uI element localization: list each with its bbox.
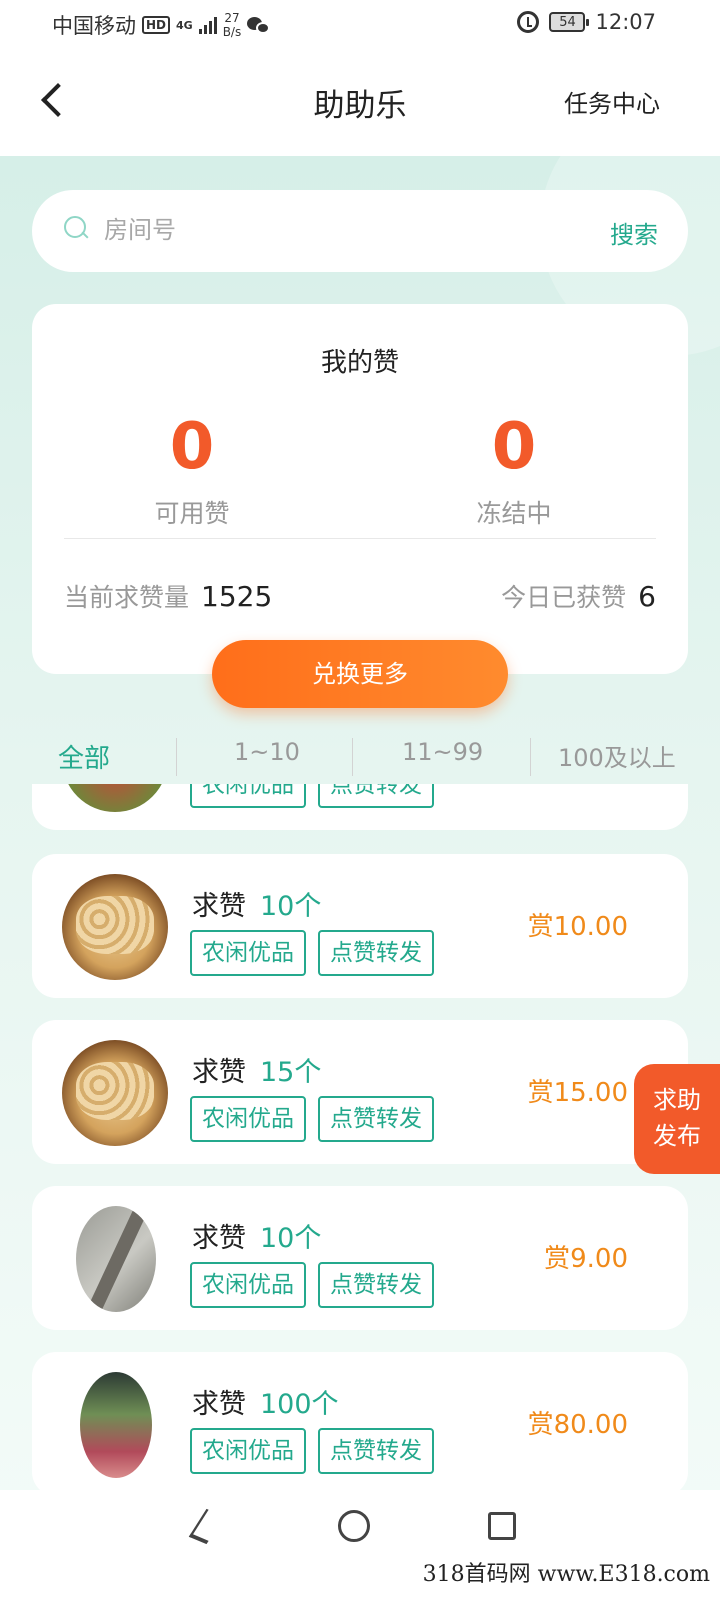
tab-all[interactable]: 全部 (58, 738, 110, 775)
tab-separator (530, 738, 531, 776)
tag-label: 点赞转发 (318, 1096, 434, 1142)
request-count: 15个 (260, 1057, 322, 1088)
tag-label: 点赞转发 (318, 1428, 434, 1474)
item-tags: 农闲优品 点赞转发 (190, 1262, 434, 1308)
tag-label: 点赞转发 (318, 1262, 434, 1308)
nav-back-icon[interactable] (188, 1510, 218, 1540)
request-count: 10个 (260, 891, 322, 922)
item-tags: 农闲优品 点赞转发 (190, 1428, 434, 1474)
tag-label: 农闲优品 (190, 1428, 306, 1474)
hd-icon: HD (142, 16, 171, 34)
clock: 12:07 (595, 10, 656, 34)
wechat-icon (247, 15, 271, 35)
request-count: 100个 (260, 1389, 339, 1420)
network-speed: 27 B/s (223, 11, 242, 39)
nav-home-icon[interactable] (338, 1510, 370, 1542)
nav-recents-icon[interactable] (488, 1512, 516, 1540)
current-request-value: 1525 (201, 580, 273, 613)
tag-label: 点赞转发 (318, 784, 434, 808)
product-thumbnail (62, 784, 168, 812)
help-publish-line1: 求助 (653, 1086, 701, 1114)
task-center-link[interactable]: 任务中心 (564, 84, 660, 119)
list-item[interactable]: 求赞 10个 农闲优品 点赞转发 赏9.00 (32, 1186, 688, 1330)
search-bar: 搜索 (32, 190, 688, 272)
frozen-likes: 0 冻结中 (384, 410, 644, 530)
request-prefix: 求赞 (192, 1057, 246, 1088)
app-header: 助助乐 任务中心 (0, 50, 720, 156)
reward-amount: 赏15.00 (527, 1078, 628, 1108)
today-earned-stat: 今日已获赞 6 (501, 578, 656, 614)
my-likes-title: 我的赞 (320, 348, 399, 378)
exchange-more-button[interactable]: 兑换更多 (212, 640, 508, 708)
current-request-label: 当前求赞量 (64, 583, 190, 612)
network-type: 4G (176, 18, 193, 32)
tag-label: 农闲优品 (190, 1096, 306, 1142)
today-earned-label: 今日已获赞 (501, 583, 627, 612)
status-left: 中国移动 HD 4G 27 B/s (52, 10, 271, 40)
carrier-name: 中国移动 (52, 14, 136, 38)
tag-label: 农闲优品 (190, 784, 306, 808)
list-item[interactable]: 农闲优品 点赞转发 (32, 784, 688, 830)
available-likes-value: 0 (169, 410, 215, 484)
speed-unit: B/s (222, 25, 242, 39)
frozen-likes-label: 冻结中 (476, 499, 552, 528)
list-item[interactable]: 求赞 100个 农闲优品 点赞转发 赏80.00 (32, 1352, 688, 1496)
available-likes: 0 可用赞 (62, 410, 322, 530)
tab-1-10[interactable]: 1~10 (234, 738, 300, 766)
tag-label: 农闲优品 (190, 930, 306, 976)
search-input[interactable] (104, 210, 554, 250)
search-button[interactable]: 搜索 (610, 215, 658, 250)
request-prefix: 求赞 (192, 1223, 246, 1254)
main-content: 搜索 我的赞 0 可用赞 0 冻结中 当前求赞量 1525 今日已获赞 6 兑换… (0, 156, 720, 1520)
request-prefix: 求赞 (192, 891, 246, 922)
system-nav-bar: 318首码网 www.E318.com (0, 1490, 720, 1600)
product-thumbnail (80, 1372, 152, 1478)
reward-amount: 赏10.00 (527, 912, 628, 942)
current-request-stat: 当前求赞量 1525 (64, 578, 272, 614)
tab-separator (352, 738, 353, 776)
request-list: 农闲优品 点赞转发 求赞 10个 农闲优品 点赞转发 赏10.00 求赞 15个 (0, 784, 720, 1520)
battery-icon: 54 (549, 12, 590, 32)
today-earned-value: 6 (638, 580, 656, 613)
item-tags: 农闲优品 点赞转发 (190, 784, 434, 808)
tab-separator (176, 738, 177, 776)
request-line: 求赞 10个 (192, 1216, 321, 1255)
tab-11-99[interactable]: 11~99 (402, 738, 483, 766)
product-thumbnail (76, 1206, 156, 1312)
reward-amount: 赏80.00 (527, 1410, 628, 1440)
item-tags: 农闲优品 点赞转发 (190, 930, 434, 976)
status-right: 54 12:07 (517, 10, 656, 34)
list-item[interactable]: 求赞 15个 农闲优品 点赞转发 赏15.00 (32, 1020, 688, 1164)
help-publish-line2: 发布 (653, 1122, 701, 1150)
item-tags: 农闲优品 点赞转发 (190, 1096, 434, 1142)
divider (64, 538, 656, 539)
request-count: 10个 (260, 1223, 322, 1254)
list-item[interactable]: 求赞 10个 农闲优品 点赞转发 赏10.00 (32, 854, 688, 998)
tab-100-plus[interactable]: 100及以上 (558, 738, 676, 773)
frozen-likes-value: 0 (491, 410, 537, 484)
signal-icon (198, 16, 217, 34)
product-thumbnail (62, 1040, 168, 1146)
status-bar: 中国移动 HD 4G 27 B/s 54 12:07 (0, 0, 720, 50)
tag-label: 点赞转发 (318, 930, 434, 976)
request-line: 求赞 10个 (192, 884, 321, 923)
request-line: 求赞 100个 (192, 1382, 339, 1421)
available-likes-label: 可用赞 (154, 499, 230, 528)
search-icon (64, 216, 90, 242)
filter-tabs: 全部 1~10 11~99 100及以上 (0, 732, 720, 780)
speed-value: 27 (224, 11, 240, 25)
reward-amount: 赏9.00 (544, 1244, 628, 1274)
help-publish-button[interactable]: 求助 发布 (634, 1064, 720, 1174)
tag-label: 农闲优品 (190, 1262, 306, 1308)
my-likes-card: 我的赞 0 可用赞 0 冻结中 当前求赞量 1525 今日已获赞 6 (32, 304, 688, 674)
request-prefix: 求赞 (192, 1389, 246, 1420)
alarm-icon (517, 11, 540, 33)
product-thumbnail (62, 874, 168, 980)
watermark: 318首码网 www.E318.com (422, 1556, 710, 1588)
request-line: 求赞 15个 (192, 1050, 321, 1089)
